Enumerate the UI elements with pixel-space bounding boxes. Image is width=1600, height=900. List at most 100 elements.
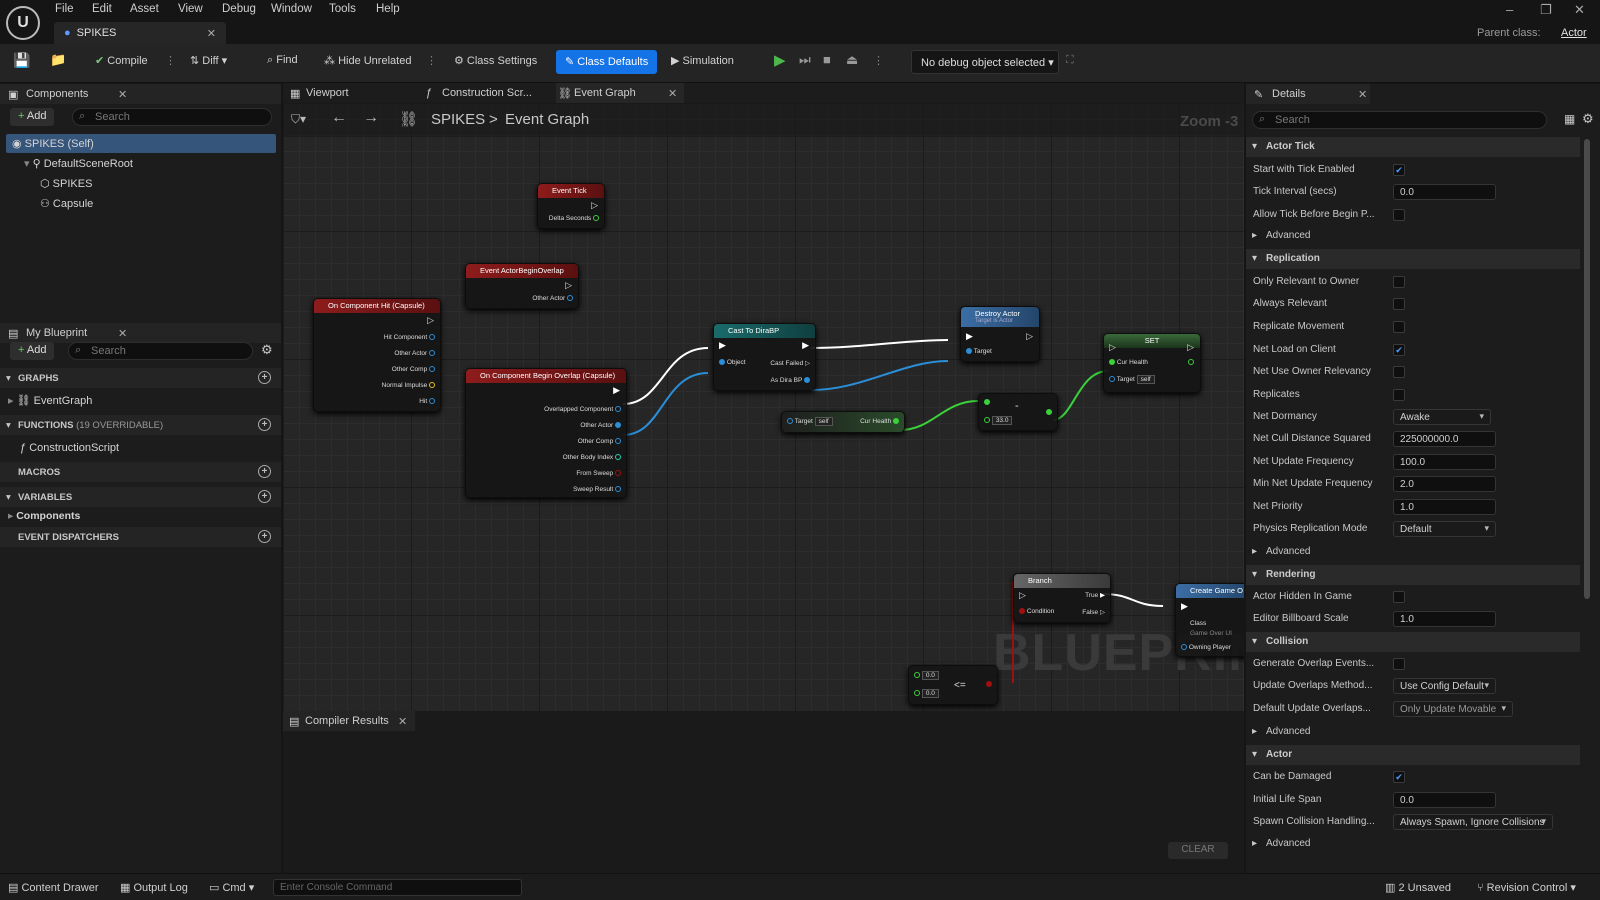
details-search-input[interactable]: ⌕ Search [1252, 111, 1547, 129]
exec-out-pin[interactable]: ▶ [802, 340, 809, 351]
diff-button[interactable]: ⇅ Diff ▾ [190, 54, 227, 67]
pin-result[interactable] [986, 681, 992, 688]
advanced-collision[interactable]: ▸ Advanced [1246, 722, 1580, 742]
pin-true[interactable]: True ▶ [1085, 591, 1105, 599]
dropdown-update-overlaps-method[interactable]: Use Config Default ▾ [1393, 678, 1496, 694]
tree-item-self[interactable]: ◉ SPIKES (Self) [12, 137, 94, 150]
close-icon[interactable]: ✕ [118, 88, 127, 101]
pin-false[interactable]: False ▷ [1082, 608, 1105, 616]
add-dispatcher-icon[interactable]: + [258, 530, 271, 543]
tree-item-default-scene-root[interactable]: ▾ ⚲ DefaultSceneRoot [24, 157, 133, 170]
section-actor-tick[interactable]: ▾ Actor Tick [1246, 137, 1580, 157]
tab-construction-script[interactable]: ƒ Construction Scr... [424, 83, 544, 103]
close-window-icon[interactable]: ✕ [1574, 2, 1585, 18]
pin-condition[interactable]: Condition [1019, 608, 1054, 615]
tree-item-spikes[interactable]: ⬡ SPIKES [40, 177, 92, 190]
pin-overlapped-component[interactable]: Overlapped Component [544, 406, 621, 413]
cur-health-out-pin[interactable] [1188, 359, 1194, 366]
eject-icon[interactable]: ⏏ [846, 52, 858, 68]
close-icon[interactable]: ✕ [1358, 88, 1367, 101]
add-function-icon[interactable]: + [258, 418, 271, 431]
pin-normal-impulse[interactable]: Normal Impulse [382, 382, 435, 389]
exec-out-pin[interactable]: ▷ [565, 280, 572, 291]
dropdown-spawn-collision-handling[interactable]: Always Spawn, Ignore Collisions ▾ [1393, 814, 1553, 830]
dropdown-default-update-overlaps[interactable]: Only Update Movable ▾ [1393, 701, 1513, 717]
menu-file[interactable]: File [55, 3, 74, 15]
menu-tools[interactable]: Tools [329, 3, 356, 15]
pin-cur-health-out[interactable]: Cur Health [860, 418, 899, 425]
unreal-logo-icon[interactable]: U [6, 6, 40, 40]
menu-edit[interactable]: Edit [92, 3, 112, 15]
section-graphs[interactable]: ▾ GRAPHS + [0, 368, 281, 388]
checkbox-actor-hidden-in-game[interactable] [1393, 591, 1405, 603]
hide-unrelated-button[interactable]: ⁂ Hide Unrelated [324, 54, 411, 67]
add-component-button[interactable]: + Add [10, 108, 55, 126]
pin-result[interactable] [1046, 409, 1052, 416]
tab-viewport[interactable]: ▦ Viewport [288, 83, 413, 103]
pin-object[interactable]: Object [719, 359, 746, 366]
document-tab[interactable]: ● SPIKES ✕ [54, 22, 226, 44]
menu-debug[interactable]: Debug [222, 3, 256, 15]
pin-from-sweep[interactable]: From Sweep [576, 470, 621, 477]
pin-sweep-result[interactable]: Sweep Result [573, 486, 621, 493]
pin-b[interactable]: 33.0 [984, 416, 1013, 425]
tab-event-graph[interactable]: ⛓ Event Graph ✕ [556, 83, 684, 103]
pin-target[interactable]: Target self [787, 417, 833, 426]
class-settings-button[interactable]: ⚙ Class Settings [454, 54, 537, 67]
checkbox-allow-tick-before-begin-play[interactable] [1393, 209, 1405, 221]
input-initial-life-span[interactable]: 0.0 [1393, 792, 1496, 808]
details-header[interactable]: ✎ Details ✕ [1246, 84, 1370, 104]
close-icon[interactable]: ✕ [668, 87, 677, 100]
pin-other-actor[interactable]: Other Actor [394, 350, 435, 357]
pin-other-actor[interactable]: Other Actor [580, 422, 621, 429]
pin-other-comp[interactable]: Other Comp [392, 366, 435, 373]
exec-out-pin[interactable]: ▷ [427, 315, 434, 326]
checkbox-generate-overlap-events[interactable] [1393, 658, 1405, 670]
pin-delta-seconds[interactable]: Delta Seconds [549, 215, 599, 222]
property-matrix-icon[interactable]: ▦ [1564, 112, 1575, 126]
node-destroy-actor[interactable]: Destroy Actor Target is Actor ▶ ▷ Target [960, 306, 1040, 362]
node-get-cur-health[interactable]: Target self Cur Health [781, 411, 905, 433]
stop-icon[interactable]: ■ [823, 52, 831, 67]
pin-hit-component[interactable]: Hit Component [384, 334, 435, 341]
output-log-button[interactable]: ▦ Output Log [120, 881, 188, 894]
exec-out-pin[interactable]: ▷ [591, 200, 598, 211]
input-editor-billboard-scale[interactable]: 1.0 [1393, 611, 1496, 627]
pin-class[interactable]: Class [1190, 620, 1206, 627]
pin-owning-player[interactable]: Owning Player [1181, 644, 1231, 651]
settings-gear-icon[interactable]: ⚙ [1582, 111, 1594, 127]
section-macros[interactable]: MACROS + [0, 462, 281, 482]
pin-target[interactable]: Target [966, 348, 992, 355]
unsaved-button[interactable]: ▥ 2 Unsaved [1385, 881, 1451, 894]
simulation-button[interactable]: ▶ Simulation [671, 54, 734, 67]
compiler-results-tab[interactable]: ▤ Compiler Results ✕ [283, 711, 415, 731]
parent-class-link[interactable]: Actor [1561, 27, 1587, 39]
exec-in-pin[interactable]: ▷ [1109, 342, 1116, 353]
node-event-tick[interactable]: Event Tick ▷ Delta Seconds [537, 183, 605, 229]
dropdown-net-dormancy[interactable]: Awake ▾ [1393, 409, 1491, 425]
pin-other-actor[interactable]: Other Actor [532, 295, 573, 302]
checkbox-net-load-on-client[interactable]: ✔ [1393, 344, 1405, 356]
input-tick-interval[interactable]: 0.0 [1393, 184, 1496, 200]
node-less-equal[interactable]: 0.0 0.0 <= [908, 665, 998, 705]
play-options-icon[interactable]: ⋮ [873, 54, 884, 67]
exec-out-pin[interactable]: ▶ [613, 385, 620, 396]
input-net-priority[interactable]: 1.0 [1393, 499, 1496, 515]
more-options-icon[interactable]: ⋮ [426, 54, 437, 67]
variable-category-components[interactable]: ▸ Components [8, 510, 80, 522]
close-icon[interactable]: ✕ [118, 327, 127, 340]
section-replication[interactable]: ▾ Replication [1246, 249, 1580, 269]
checkbox-only-relevant-to-owner[interactable] [1393, 276, 1405, 288]
input-net-cull-distance-squared[interactable]: 225000000.0 [1393, 431, 1496, 447]
exec-in-pin[interactable]: ▶ [966, 331, 973, 342]
node-subtract[interactable]: - 33.0 [978, 393, 1058, 431]
exec-out-pin[interactable]: ▷ [1026, 331, 1033, 342]
my-blueprint-search-input[interactable]: ⌕ Search [68, 342, 253, 360]
pin-target[interactable]: Target self [1109, 375, 1155, 384]
content-drawer-button[interactable]: ▤ Content Drawer [8, 881, 99, 894]
section-collision[interactable]: ▾ Collision [1246, 632, 1580, 652]
node-create-widget[interactable]: Create Game O ▶ Class Game Over UI Ownin… [1175, 583, 1244, 657]
pin-hit[interactable]: Hit [419, 398, 435, 405]
menu-view[interactable]: View [178, 3, 203, 15]
pin-other-comp[interactable]: Other Comp [578, 438, 621, 445]
